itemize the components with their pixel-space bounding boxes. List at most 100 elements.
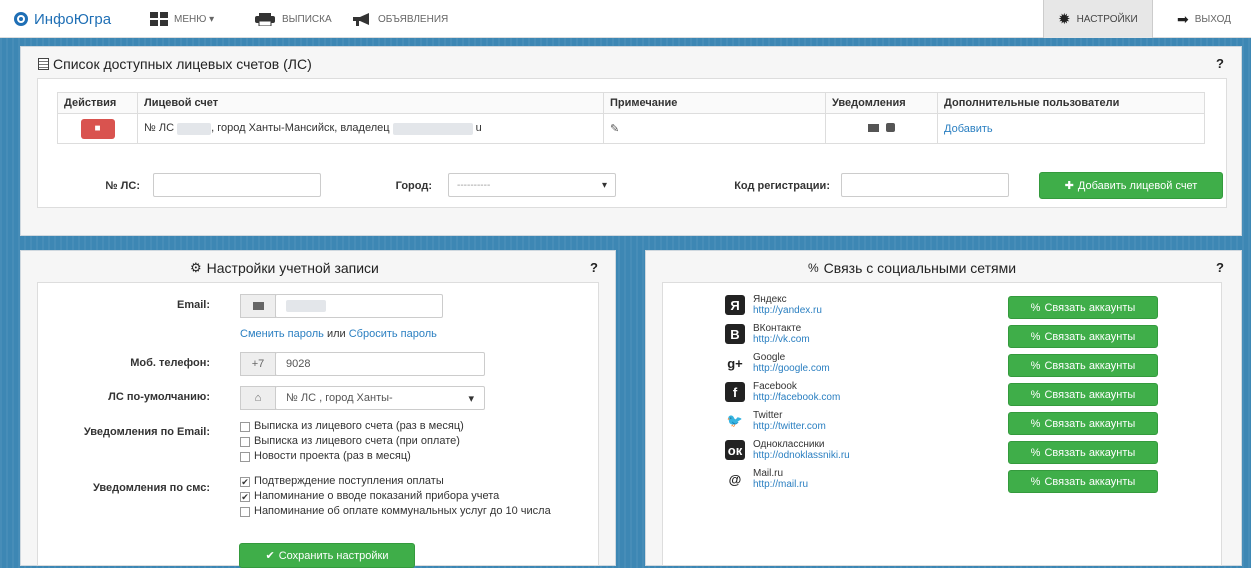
reg-code-input[interactable] (841, 173, 1009, 197)
email-notif-3[interactable]: Новости проекта (раз в месяц) (240, 450, 411, 462)
phone-icon[interactable] (885, 122, 895, 132)
add-user-link[interactable]: Добавить (944, 123, 993, 135)
top-navbar: ИнфоЮгра МЕНЮ ▾ ВЫПИСКА ОБЪЯВЛЕНИЯ ✹ НАС… (0, 0, 1251, 38)
odnoklassniki-icon: ок (725, 440, 745, 460)
yandex-icon: Я (725, 295, 745, 315)
accounts-table: Действия Лицевой счет Примечание Уведомл… (57, 92, 1205, 144)
link-icon: % (808, 261, 819, 275)
mailru-icon: @ (728, 471, 742, 487)
social-url[interactable]: http://facebook.com (753, 392, 840, 403)
edit-note-icon[interactable]: ✎ (610, 123, 619, 135)
link-account-button[interactable]: % Связать аккаунты (1008, 441, 1158, 464)
delete-account-button[interactable]: ■ (80, 118, 115, 139)
social-row-5: ок Одноклассники http://odnoklassniki.ru (725, 439, 850, 461)
social-help[interactable]: ? (1216, 260, 1224, 275)
phone-field[interactable]: 9028 (275, 352, 485, 376)
gears-icon: ⚙ (190, 260, 202, 275)
link-account-button[interactable]: % Связать аккаунты (1008, 325, 1158, 348)
social-name: ВКонтакте (753, 323, 802, 334)
caret-down-icon: ▾ (468, 392, 474, 405)
menu-dropdown[interactable]: МЕНЮ ▾ (150, 0, 214, 38)
social-title: % Связь с социальными сетями (808, 260, 1017, 276)
social-url[interactable]: http://odnoklassniki.ru (753, 450, 850, 461)
link-account-button[interactable]: % Связать аккаунты (1008, 354, 1158, 377)
redacted-owner (392, 122, 473, 135)
email-addon (240, 294, 276, 318)
sms-notif-2[interactable]: ✔ Напоминание о вводе показаний прибора у… (240, 490, 499, 502)
checkbox[interactable] (240, 507, 250, 517)
brand-logo[interactable]: ИнфоЮгра (14, 0, 111, 38)
save-settings-button[interactable]: ✔ Сохранить настройки (239, 543, 415, 568)
sms-notif-3[interactable]: Напоминание об оплате коммунальных услуг… (240, 505, 590, 517)
reset-password-link[interactable]: Сбросить пароль (349, 328, 437, 340)
statement-label: ВЫПИСКА (282, 13, 332, 25)
accounts-help[interactable]: ? (1216, 56, 1224, 71)
brand-name: ИнфоЮгра (34, 10, 112, 28)
email-field[interactable] (275, 294, 443, 318)
check-icon: ✔ (265, 550, 275, 562)
email-notif-2[interactable]: Выписка из лицевого счета (при оплате) (240, 435, 460, 447)
grid-icon (150, 12, 168, 26)
change-password-link[interactable]: Сменить пароль (240, 328, 324, 340)
social-info: Facebook http://facebook.com (753, 381, 840, 403)
table-header-row: Действия Лицевой счет Примечание Уведомл… (57, 92, 1205, 114)
link-icon: % (1030, 417, 1041, 430)
sms-notif-label: Уведомления по смс: (92, 482, 210, 494)
settings-link[interactable]: ✹ НАСТРОЙКИ (1043, 0, 1153, 38)
social-name: Mail.ru (753, 468, 784, 479)
link-account-button[interactable]: % Связать аккаунты (1008, 470, 1158, 493)
social-url[interactable]: http://google.com (753, 363, 830, 374)
menu-label: МЕНЮ ▾ (174, 13, 215, 25)
social-info: Google http://google.com (753, 352, 830, 374)
phone-code: +7 (240, 352, 276, 376)
social-info: Twitter http://twitter.com (753, 410, 826, 432)
logout-link[interactable]: ➡ ВЫХОД (1177, 0, 1231, 38)
col-extra-users: Дополнительные пользователи (937, 92, 1205, 114)
ls-number-input[interactable] (153, 173, 321, 197)
link-account-button[interactable]: % Связать аккаунты (1008, 412, 1158, 435)
link-account-button[interactable]: % Связать аккаунты (1008, 296, 1158, 319)
list-icon (38, 58, 49, 70)
email-notif-1[interactable]: Выписка из лицевого счета (раз в месяц) (240, 420, 464, 432)
statement-link[interactable]: ВЫПИСКА (254, 0, 332, 38)
home-addon: ⌂ (240, 386, 276, 410)
ads-link[interactable]: ОБЪЯВЛЕНИЯ (352, 0, 448, 38)
google-plus-icon: g+ (727, 355, 743, 371)
link-account-button[interactable]: % Связать аккаунты (1008, 383, 1158, 406)
eye-logo-icon (14, 12, 28, 26)
ads-label: ОБЪЯВЛЕНИЯ (378, 13, 449, 25)
account-settings-help[interactable]: ? (590, 260, 598, 275)
home-icon: ⌂ (254, 392, 262, 404)
sms-notif-1[interactable]: ✔ Подтверждение поступления оплаты (240, 475, 444, 487)
col-note: Примечание (603, 92, 826, 114)
social-url[interactable]: http://vk.com (753, 334, 810, 345)
social-info: Mail.ru http://mail.ru (753, 468, 808, 490)
ls-label: № ЛС: (105, 180, 140, 192)
envelope-icon[interactable] (868, 123, 880, 132)
checkbox[interactable] (240, 437, 250, 447)
social-info: ВКонтакте http://vk.com (753, 323, 810, 345)
logout-label: ВЫХОД (1194, 13, 1231, 25)
checkbox[interactable] (240, 422, 250, 432)
password-links: Сменить пароль или Сбросить пароль (240, 328, 437, 340)
social-url[interactable]: http://yandex.ru (753, 305, 822, 316)
social-url[interactable]: http://mail.ru (753, 479, 808, 490)
email-notif-label: Уведомления по Email: (83, 426, 210, 438)
social-url[interactable]: http://twitter.com (753, 421, 826, 432)
city-select[interactable]: ---------- ▾ (448, 173, 616, 197)
social-name: Яндекс (753, 294, 787, 305)
add-account-button[interactable]: ✚ Добавить лицевой счет (1039, 172, 1223, 199)
default-ls-select[interactable]: № ЛС , город Ханты- ▾ (275, 386, 485, 410)
account-settings-title: ⚙ Настройки учетной записи (190, 260, 379, 276)
plus-icon: ✚ (1064, 180, 1074, 192)
checkbox-checked[interactable]: ✔ (240, 492, 250, 502)
social-row-3: f Facebook http://facebook.com (725, 381, 840, 403)
logout-icon: ➡ (1177, 10, 1189, 27)
social-row-0: Я Яндекс http://yandex.ru (725, 294, 822, 316)
checkbox-checked[interactable]: ✔ (240, 477, 250, 487)
social-row-1: B ВКонтакте http://vk.com (725, 323, 810, 345)
checkbox[interactable] (240, 452, 250, 462)
facebook-icon: f (725, 382, 745, 402)
social-row-6: @ Mail.ru http://mail.ru (725, 468, 808, 490)
redacted-number (177, 122, 212, 135)
